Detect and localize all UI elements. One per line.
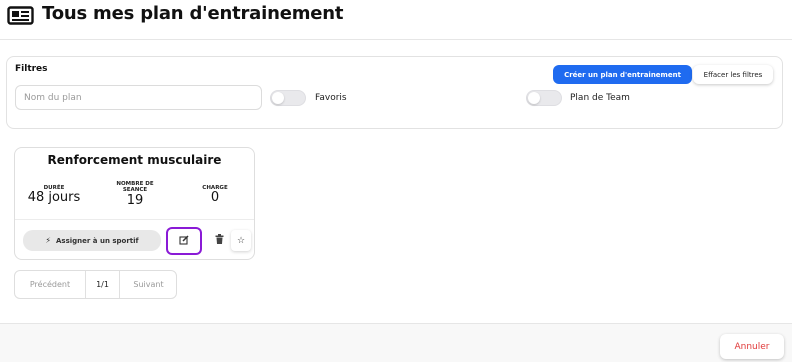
previous-page-button[interactable]: Précédent xyxy=(15,271,85,298)
toggle-knob xyxy=(272,92,284,104)
create-plan-button[interactable]: Créer un plan d'entrainement xyxy=(553,65,692,84)
load-stat: CHARGE 0 xyxy=(185,185,245,206)
card-divider xyxy=(15,219,254,220)
favoris-toggle[interactable] xyxy=(270,90,306,106)
page-indicator: 1/1 xyxy=(85,271,120,298)
plan-name-input[interactable] xyxy=(15,85,262,110)
next-page-button[interactable]: Suivant xyxy=(120,271,177,298)
page-title: Tous mes plan d'entrainement xyxy=(42,3,344,24)
session-count-stat: NOMBRE DE SEANCE 19 xyxy=(105,181,165,208)
plan-title: Renforcement musculaire xyxy=(47,153,222,167)
filters-panel: Filtres Favoris Plan de Team Créer un pl… xyxy=(6,56,783,129)
stat-value: 19 xyxy=(126,192,144,208)
bolt-icon: ⚡ xyxy=(45,236,52,245)
page-header: Tous mes plan d'entrainement xyxy=(0,0,792,40)
favoris-label: Favoris xyxy=(315,93,347,103)
star-icon: ☆ xyxy=(236,235,246,246)
filters-title: Filtres xyxy=(15,64,48,74)
cancel-button[interactable]: Annuler xyxy=(720,334,784,359)
favorite-plan-button[interactable]: ☆ xyxy=(231,230,251,251)
duration-stat: DURÉE 48 jours xyxy=(19,185,89,206)
stat-value: 0 xyxy=(210,190,220,206)
team-plan-label: Plan de Team xyxy=(570,93,630,103)
edit-plan-button[interactable] xyxy=(168,229,200,253)
modal-footer: Annuler xyxy=(0,323,792,362)
toggle-knob xyxy=(528,92,540,104)
card-actions: ⚡ Assigner à un sportif ☆ xyxy=(23,229,251,253)
pagination: Précédent 1/1 Suivant xyxy=(14,270,177,299)
delete-plan-button[interactable] xyxy=(207,230,231,251)
stat-value: 48 jours xyxy=(27,190,81,206)
stat-label: NOMBRE DE SEANCE xyxy=(116,181,154,194)
plan-card: Renforcement musculaire DURÉE 48 jours N… xyxy=(14,147,255,260)
assign-athlete-button[interactable]: ⚡ Assigner à un sportif xyxy=(23,230,161,251)
edit-icon xyxy=(179,234,189,248)
clear-filters-button[interactable]: Effacer les filtres xyxy=(693,65,773,84)
newspaper-icon xyxy=(7,6,34,25)
trash-icon xyxy=(215,234,224,247)
assign-label: Assigner à un sportif xyxy=(56,237,139,245)
team-plan-toggle[interactable] xyxy=(526,90,562,106)
